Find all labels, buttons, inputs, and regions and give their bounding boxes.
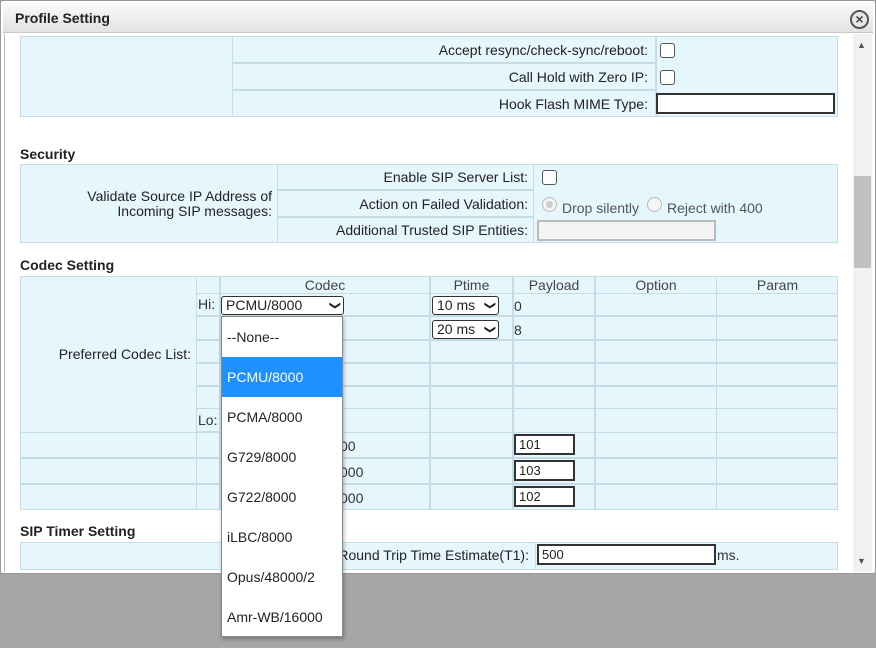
ptime-select-1[interactable]: 10 ms ❯ bbox=[432, 296, 499, 315]
dyn-codec-2: 000 bbox=[340, 464, 364, 480]
t1-input[interactable]: 500 bbox=[537, 544, 716, 565]
codec-option[interactable]: iLBC/8000 bbox=[222, 517, 342, 557]
dialog-title: Profile Setting bbox=[15, 10, 110, 26]
codec-option[interactable]: Opus/48000/2 bbox=[222, 557, 342, 597]
hi-label: Hi: bbox=[198, 296, 216, 312]
reject-400-label: Reject with 400 bbox=[667, 200, 763, 216]
codec-option[interactable]: G722/8000 bbox=[222, 477, 342, 517]
enable-server-list-label: Enable SIP Server List: bbox=[383, 169, 528, 185]
enable-server-list-checkbox[interactable] bbox=[542, 170, 557, 185]
dyn-payload-1[interactable]: 101 bbox=[514, 434, 575, 455]
codec-option[interactable]: PCMA/8000 bbox=[222, 397, 342, 437]
codec-option-selected[interactable]: PCMU/8000 bbox=[222, 357, 342, 397]
chevron-down-icon: ❯ bbox=[483, 300, 496, 311]
scroll-down-icon[interactable]: ▼ bbox=[857, 556, 866, 566]
reject-400-radio[interactable] bbox=[647, 197, 662, 212]
validate-source-label-1: Validate Source IP Address of bbox=[87, 188, 272, 204]
dyn-payload-3[interactable]: 102 bbox=[514, 486, 575, 507]
security-heading: Security bbox=[20, 146, 76, 162]
ptime-select-2[interactable]: 20 ms ❯ bbox=[432, 320, 499, 339]
close-icon[interactable]: × bbox=[850, 10, 869, 29]
dyn-payload-2[interactable]: 103 bbox=[514, 460, 575, 481]
payload-2: 8 bbox=[514, 322, 522, 338]
col-option-header: Option bbox=[635, 277, 677, 293]
dyn-codec-3: 000 bbox=[340, 490, 364, 506]
sip-timer-heading: SIP Timer Setting bbox=[20, 523, 136, 539]
validate-source-label-2: Incoming SIP messages: bbox=[117, 203, 272, 219]
hook-flash-mime-label: Hook Flash MIME Type: bbox=[498, 96, 648, 112]
col-codec-header: Codec bbox=[304, 277, 346, 293]
settings-content: Accept resync/check-sync/reboot: Call Ho… bbox=[4, 34, 853, 572]
codec-select-hi[interactable]: PCMU/8000 ❯ bbox=[221, 296, 344, 315]
lo-label: Lo: bbox=[198, 412, 218, 428]
codec-option[interactable]: --None-- bbox=[222, 317, 342, 357]
additional-trusted-input[interactable] bbox=[537, 220, 716, 241]
col-param-header: Param bbox=[756, 277, 799, 293]
call-hold-zero-ip-label: Call Hold with Zero IP: bbox=[508, 69, 648, 85]
chevron-down-icon: ❯ bbox=[328, 300, 341, 311]
vertical-scrollbar[interactable]: ▲ ▼ bbox=[853, 34, 872, 572]
dialog-titlebar: Profile Setting × bbox=[3, 3, 873, 33]
codec-option[interactable]: G729/8000 bbox=[222, 437, 342, 477]
action-failed-label: Action on Failed Validation: bbox=[359, 196, 528, 212]
codec-heading: Codec Setting bbox=[20, 257, 115, 273]
payload-1: 0 bbox=[514, 298, 522, 314]
accept-resync-checkbox[interactable] bbox=[660, 43, 675, 58]
codec-dropdown-list[interactable]: --None-- PCMU/8000 PCMA/8000 G729/8000 G… bbox=[221, 316, 343, 637]
t1-unit: ms. bbox=[717, 547, 740, 563]
accept-resync-label: Accept resync/check-sync/reboot: bbox=[438, 42, 648, 58]
scrollbar-thumb[interactable] bbox=[854, 176, 871, 268]
col-ptime-header: Ptime bbox=[453, 277, 490, 293]
drop-silently-radio[interactable] bbox=[542, 197, 557, 212]
profile-setting-dialog: Profile Setting × Accept resync/check-sy… bbox=[0, 0, 876, 574]
preferred-codec-label: Preferred Codec List: bbox=[58, 346, 191, 362]
scroll-up-icon[interactable]: ▲ bbox=[857, 40, 866, 50]
codec-option[interactable]: Amr-WB/16000 bbox=[222, 597, 342, 637]
call-hold-zero-ip-checkbox[interactable] bbox=[660, 70, 675, 85]
drop-silently-label: Drop silently bbox=[562, 200, 640, 216]
hook-flash-mime-input[interactable] bbox=[656, 93, 835, 114]
chevron-down-icon: ❯ bbox=[483, 324, 496, 335]
background-overlay bbox=[0, 574, 876, 648]
col-payload-header: Payload bbox=[528, 277, 580, 293]
additional-trusted-label: Additional Trusted SIP Entities: bbox=[336, 222, 528, 238]
